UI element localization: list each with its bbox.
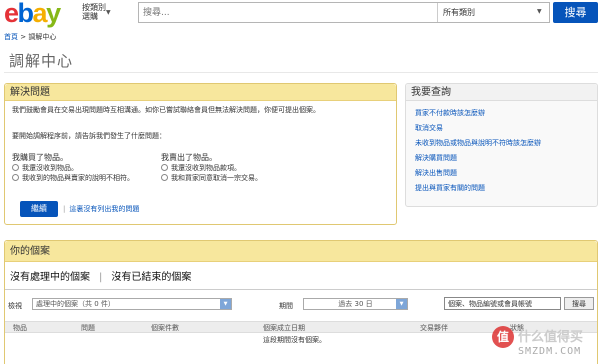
search-bar: 所有類別 ▼ (138, 2, 550, 23)
case-filter-row: 檢視 處理中的個案（共 0 件） ▼ 期間 過去 30 日 ▼ 個案、物品編號或會員… (5, 297, 597, 313)
divider: | (99, 272, 103, 283)
help-link[interactable]: 未收到物品或物品與說明不符時該怎麼辦 (415, 136, 541, 151)
breadcrumb: 首頁 > 調解中心 (4, 32, 56, 42)
solve-ask-text: 要開始調解程序前，請告訴我們發生了什麼問題： (12, 132, 166, 140)
watermark-subtext: SMZDM.COM (518, 346, 582, 357)
radio-button[interactable] (12, 164, 19, 171)
breadcrumb-home-link[interactable]: 首頁 (4, 33, 18, 41)
divider: | (63, 205, 66, 213)
column-header-problem[interactable]: 問題 (81, 323, 95, 333)
watermark: 值 什么值得买 SMZDM.COM (492, 318, 598, 362)
help-link[interactable]: 買家不付款時該怎麼辦 (415, 106, 541, 121)
help-link[interactable]: 提出與買家有關的問題 (415, 181, 541, 196)
help-link[interactable]: 解決購買問題 (415, 151, 541, 166)
header: ebay 按類別 選購 ▼ 所有類別 ▼ 搜尋 (0, 0, 600, 27)
query-panel-title: 我要查詢 (406, 84, 597, 101)
case-tabs: 沒有處理中的個案 | 沒有已結束的個案 (10, 268, 191, 283)
bought-group-title: 我購買了物品。 (12, 153, 68, 162)
help-query-panel: 我要查詢 買家不付款時該怎麼辦 取消交易 未收到物品或物品與說明不符時該怎麼辦 … (405, 83, 598, 207)
sold-group-title: 我賣出了物品。 (161, 153, 217, 162)
search-input[interactable] (143, 5, 423, 20)
view-select[interactable]: 處理中的個案（共 0 件） ▼ (32, 298, 232, 310)
column-header-case-date[interactable]: 個案成立日期 (263, 323, 305, 333)
shop-by-category-button[interactable]: 按類別 選購 ▼ (82, 3, 111, 21)
case-search-button[interactable]: 搜尋 (564, 297, 594, 310)
column-header-case-count[interactable]: 個案件數 (151, 323, 179, 333)
radio-item-not-as-described[interactable]: 我收到的物品與賣家的說明不相符。 (12, 173, 134, 183)
column-header-item[interactable]: 物品 (13, 323, 27, 333)
tab-open-cases[interactable]: 沒有處理中的個案 (10, 272, 90, 283)
page-title: 調解中心 (9, 52, 74, 70)
ebay-logo[interactable]: ebay (4, 0, 61, 27)
breadcrumb-current: 調解中心 (28, 33, 57, 41)
not-listed-link-row: | 這裏沒有列出我的問題 (63, 204, 139, 214)
search-button[interactable]: 搜尋 (553, 2, 598, 23)
period-select[interactable]: 過去 30 日 ▼ (303, 298, 408, 310)
radio-not-received-payment[interactable]: 我還沒收到物品款項。 (161, 163, 241, 173)
radio-button[interactable] (161, 174, 168, 181)
period-label: 期間 (279, 302, 293, 310)
chevron-down-icon[interactable]: ▼ (220, 299, 231, 309)
watermark-text: 什么值得买 (518, 330, 584, 345)
continue-button[interactable]: 繼續 (20, 201, 58, 217)
chevron-down-icon[interactable]: ▼ (537, 8, 542, 15)
chevron-down-icon: ▼ (106, 9, 111, 16)
help-link-list: 買家不付款時該怎麼辦 取消交易 未收到物品或物品與說明不符時該怎麼辦 解決購買問… (415, 106, 541, 196)
tab-closed-cases[interactable]: 沒有已結束的個案 (111, 272, 191, 283)
divider (5, 289, 597, 290)
radio-button[interactable] (161, 164, 168, 171)
breadcrumb-separator: > (18, 33, 29, 41)
help-link[interactable]: 解決出售問題 (415, 166, 541, 181)
help-link[interactable]: 取消交易 (415, 121, 541, 136)
case-search-input[interactable]: 個案、物品編號或會員帳號 (444, 297, 561, 310)
radio-not-received-item[interactable]: 我還沒收到物品。 (12, 163, 78, 173)
divider (4, 72, 598, 73)
chevron-down-icon[interactable]: ▼ (396, 299, 407, 309)
problem-not-listed-link[interactable]: 這裏沒有列出我的問題 (69, 205, 139, 213)
view-label: 檢視 (8, 302, 22, 310)
solve-panel-title: 解決問題 (5, 84, 396, 101)
radio-cancel-transaction[interactable]: 我和買家同意取消一宗交易。 (161, 173, 262, 183)
watermark-logo-icon: 值 (492, 326, 514, 348)
divider (437, 3, 438, 22)
radio-button[interactable] (12, 174, 19, 181)
solve-problem-panel: 解決問題 我們鼓勵會員在交易出現問題時互相溝通。如你已嘗試聯絡會員但無法解決問題… (4, 83, 397, 225)
cases-panel-title: 你的個案 (5, 241, 597, 262)
shop-by-category-label: 按類別 選購 (82, 3, 106, 21)
column-header-partner[interactable]: 交易夥伴 (420, 323, 448, 333)
solve-intro-text: 我們鼓勵會員在交易出現問題時互相溝通。如你已嘗試聯絡會員但無法解決問題，你便可提… (12, 106, 320, 114)
category-select[interactable]: 所有類別 (443, 7, 475, 18)
empty-cases-message: 這段期間沒有個案。 (263, 336, 326, 344)
